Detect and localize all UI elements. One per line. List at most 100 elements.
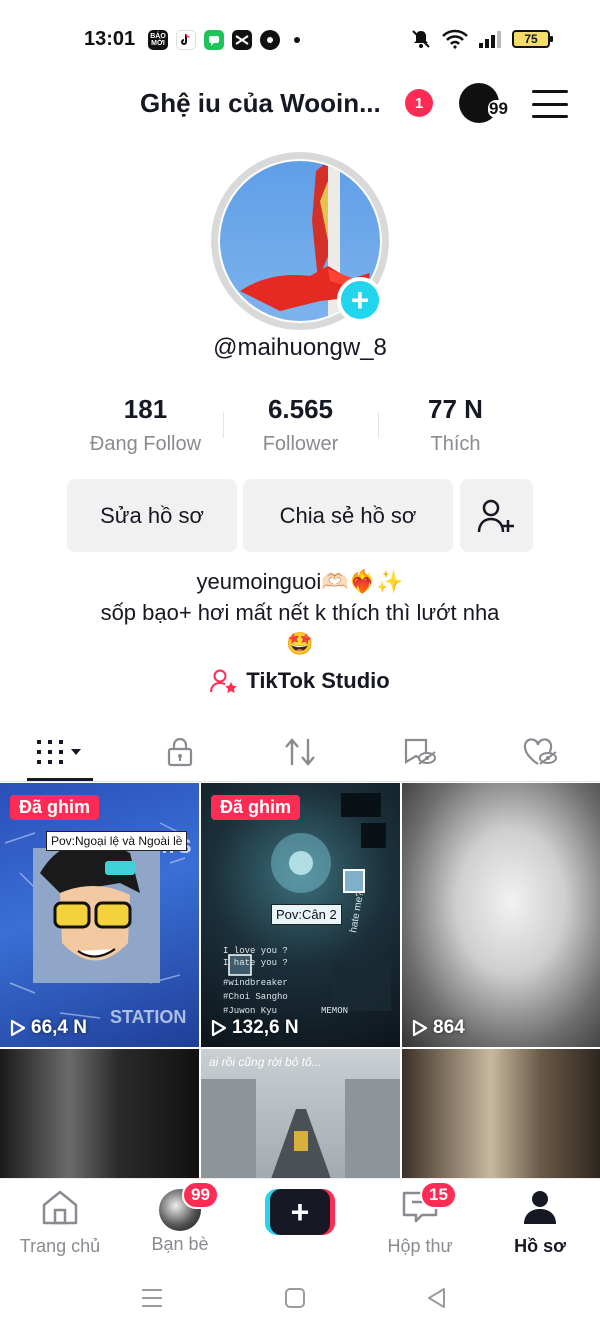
status-time: 13:01	[84, 28, 136, 50]
mute-icon	[412, 30, 430, 48]
content-tabs	[0, 722, 600, 782]
stat-value: 6.565	[267, 394, 334, 424]
stat-following[interactable]: 181 Đang Follow	[68, 394, 223, 456]
profile-title[interactable]: Ghệ iu của Wooin...	[140, 88, 381, 119]
username: @maihuongw_8	[213, 334, 387, 361]
stat-label: Đang Follow	[89, 433, 202, 455]
back-icon[interactable]	[425, 1286, 447, 1310]
nav-profile[interactable]: Hồ sơ	[480, 1189, 600, 1257]
svg-text:I love you ?: I love you ?	[223, 946, 288, 956]
tiktok-icon	[176, 30, 196, 50]
nav-home[interactable]: Trang chủ	[0, 1189, 120, 1257]
signal-icon	[479, 31, 501, 48]
notification-badge: 1	[405, 89, 433, 117]
tab-videos[interactable]	[0, 730, 120, 774]
video-thumbnail[interactable]	[402, 1049, 600, 1178]
view-count: 66,4 N	[10, 1017, 87, 1039]
svg-text:hate me?: hate me?	[348, 890, 366, 933]
baomoi-icon: BÁO MỚI	[148, 30, 168, 50]
plus-icon: +	[270, 1189, 330, 1235]
stat-value: 77 N	[428, 394, 483, 424]
tab-private[interactable]	[120, 730, 240, 774]
pinned-badge: Đã ghim	[10, 795, 100, 820]
nav-label: Hồ sơ	[514, 1236, 566, 1256]
view-count-value: 864	[433, 1017, 465, 1038]
profile-header: Ghệ iu của Wooin... 1 99	[0, 80, 600, 130]
play-icon	[211, 1019, 227, 1037]
wifi-icon	[442, 29, 468, 49]
battery-icon: 75	[512, 30, 553, 48]
messages-icon	[204, 30, 224, 50]
pinned-badge: Đã ghim	[211, 795, 301, 820]
svg-text:#windbreaker: #windbreaker	[223, 978, 288, 988]
svg-text:I hate you ?: I hate you ?	[223, 958, 288, 968]
tiktok-studio-link[interactable]: TikTok Studio	[0, 668, 600, 694]
bio-line: sốp bạo+ hơi mất nết k thích thì lướt nh…	[100, 600, 500, 625]
stat-likes[interactable]: 77 N Thích	[378, 394, 533, 456]
svg-text:STATION: STATION	[110, 1007, 186, 1027]
video-thumbnail[interactable]: I love you ? I hate you ? #windbreaker #…	[201, 783, 400, 1047]
video-overlay-text: ai rồi cũng rời bỏ tô...	[209, 1055, 322, 1069]
view-count-value: 66,4 N	[31, 1017, 87, 1038]
video-thumbnail[interactable]	[0, 1049, 199, 1178]
stat-label: Thích	[430, 433, 481, 455]
profile-bio: yeumoinguoi🫶🏻❤️‍🔥✨ sốp bạo+ hơi mất nết …	[40, 566, 560, 659]
add-friend-button[interactable]	[460, 479, 533, 552]
nav-label: Bạn bè	[151, 1234, 209, 1254]
create-post-button[interactable]: +	[265, 1189, 335, 1235]
lock-icon	[167, 737, 193, 767]
play-icon	[10, 1019, 26, 1037]
active-tab-indicator	[27, 778, 93, 781]
svg-text:MEMON: MEMON	[321, 1006, 348, 1016]
studio-person-star-icon	[210, 669, 238, 693]
stat-label: Follower	[262, 433, 339, 455]
video-thumbnail[interactable]: 864	[402, 783, 600, 1047]
video-overlay-text: Pov:Ngoại lệ và Ngoài lề	[46, 831, 188, 851]
svg-text:#Juwon Kyu: #Juwon Kyu	[223, 1006, 277, 1016]
nav-label: Trang chủ	[19, 1236, 101, 1256]
view-count: 132,6 N	[211, 1017, 299, 1039]
chrome-icon	[260, 30, 280, 50]
nav-inbox[interactable]: Hộp thư 15	[360, 1181, 480, 1257]
home-icon	[42, 1190, 78, 1225]
tab-liked[interactable]	[480, 730, 600, 774]
liked-hidden-icon	[523, 738, 557, 765]
status-right: 75	[410, 28, 553, 50]
home-button-icon[interactable]	[284, 1287, 306, 1309]
share-profile-button[interactable]: Chia sẻ hồ sơ	[243, 479, 453, 552]
inbox-badge: 15	[420, 1181, 457, 1209]
play-icon	[412, 1019, 428, 1037]
studio-label: TikTok Studio	[246, 668, 390, 693]
bottom-navigation: Trang chủ Bạn bè 99 + Hộp thư 15 Hồ sơ	[0, 1178, 600, 1268]
view-count-value: 132,6 N	[232, 1017, 299, 1038]
recent-apps-icon[interactable]	[140, 1287, 164, 1309]
system-navigation-bar	[0, 1268, 600, 1333]
video-grid: LAYS STATION Pov:Ngoại lệ và Ngoài lề Đã…	[0, 783, 600, 1178]
more-notifications-dot	[294, 37, 300, 43]
profile-icon	[524, 1191, 556, 1224]
svg-text:#Choi Sangho: #Choi Sangho	[223, 992, 288, 1002]
status-app-icons: BÁO MỚI	[148, 30, 300, 50]
video-thumbnail[interactable]: LAYS STATION Pov:Ngoại lệ và Ngoài lề Đã…	[0, 783, 199, 1047]
profile-stats: 181 Đang Follow 6.565 Follower 77 N Thíc…	[68, 394, 532, 464]
avatar-count-badge: 99	[488, 99, 509, 118]
view-count: 864	[412, 1017, 465, 1039]
nav-label: Hộp thư	[387, 1236, 453, 1256]
tab-favorites[interactable]	[360, 730, 480, 774]
video-thumbnail[interactable]: ai rồi cũng rời bỏ tô...	[201, 1049, 400, 1178]
nav-friends[interactable]: Bạn bè 99	[120, 1181, 240, 1255]
edit-profile-button[interactable]: Sửa hồ sơ	[67, 479, 237, 552]
status-bar: 13:01 BÁO MỚI 75	[0, 0, 600, 80]
menu-icon[interactable]	[532, 90, 568, 118]
tab-reposts[interactable]	[240, 730, 360, 774]
videos-grid-icon	[37, 740, 81, 764]
bio-line: 🤩	[286, 631, 314, 656]
add-avatar-button[interactable]: +	[337, 277, 383, 323]
add-person-icon	[477, 499, 514, 532]
capcut-icon	[232, 30, 252, 50]
repost-icon	[285, 738, 315, 766]
stat-followers[interactable]: 6.565 Follower	[223, 394, 378, 456]
video-overlay-text: Pov:Cân 2	[271, 904, 342, 925]
friends-badge: 99	[182, 1181, 219, 1209]
bio-line: yeumoinguoi🫶🏻❤️‍🔥✨	[196, 569, 404, 594]
